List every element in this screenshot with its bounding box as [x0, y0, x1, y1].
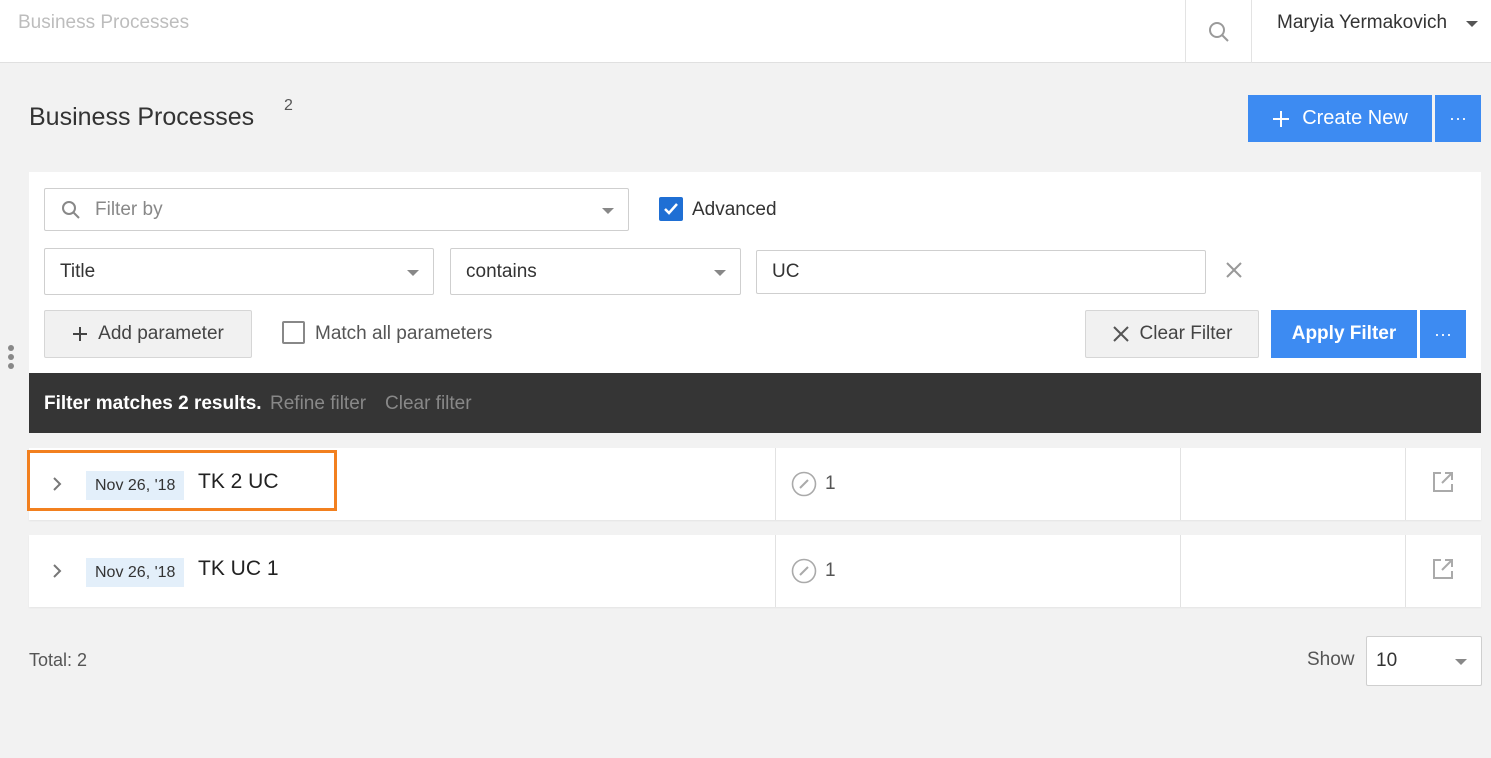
- refine-filter-link[interactable]: Refine filter: [270, 393, 366, 415]
- edit-count: 1: [825, 473, 836, 494]
- filter-status-message: Filter matches 2 results.: [44, 393, 262, 414]
- filter-field-value: Title: [60, 261, 96, 282]
- highlight-box: [27, 450, 337, 511]
- date-badge: Nov 26, '18: [86, 558, 185, 587]
- advanced-checkbox[interactable]: [659, 197, 683, 221]
- open-external-icon[interactable]: [1431, 557, 1455, 581]
- search-icon: [1208, 21, 1229, 42]
- open-external-icon[interactable]: [1431, 470, 1455, 494]
- total-count: Total: 2: [29, 650, 88, 670]
- chevron-down-icon: [1455, 659, 1467, 665]
- clear-filter-link[interactable]: Clear filter: [385, 393, 472, 415]
- page-size-select[interactable]: 10: [1366, 636, 1482, 686]
- filter-panel: Filter by Advanced Title contains UC Add…: [29, 172, 1481, 373]
- edit-count: 1: [825, 560, 836, 581]
- advanced-label: Advanced: [692, 199, 777, 220]
- filter-status-bar: Filter matches 2 results. Refine filter …: [29, 373, 1481, 433]
- filter-field-select[interactable]: Title: [44, 248, 434, 295]
- clear-filter-label: Clear Filter: [1139, 323, 1233, 344]
- chevron-down-icon: [714, 269, 726, 276]
- page-size-label: Show: [1307, 649, 1355, 670]
- edit-icon: [791, 471, 817, 497]
- filter-operator-select[interactable]: contains: [450, 248, 741, 295]
- filter-operator-value: contains: [466, 261, 537, 282]
- search-icon: [62, 201, 80, 219]
- chevron-right-icon[interactable]: [51, 563, 63, 579]
- item-title[interactable]: TK UC 1: [198, 557, 279, 581]
- add-parameter-label: Add parameter: [98, 323, 224, 344]
- page-size-value: 10: [1376, 650, 1398, 671]
- list-item[interactable]: Nov 26, '18 TK UC 1 1: [29, 535, 1481, 607]
- create-new-label: Create New: [1302, 107, 1408, 129]
- global-search-button[interactable]: [1185, 0, 1252, 63]
- clear-filter-button[interactable]: Clear Filter: [1085, 310, 1259, 358]
- filter-more-button[interactable]: ···: [1420, 310, 1466, 358]
- close-icon: [1112, 326, 1129, 342]
- chevron-down-icon: [602, 207, 614, 214]
- chevron-down-icon: [407, 269, 419, 276]
- user-menu[interactable]: Maryia Yermakovich: [1277, 12, 1447, 34]
- chevron-down-icon[interactable]: [1466, 21, 1478, 27]
- result-count: 2: [284, 97, 293, 114]
- create-new-button[interactable]: Create New: [1248, 95, 1432, 142]
- check-icon: [664, 203, 678, 215]
- plus-icon: [1273, 110, 1290, 127]
- top-bar: Business Processes Maryia Yermakovich: [0, 0, 1491, 63]
- add-parameter-button[interactable]: Add parameter: [44, 310, 252, 358]
- topbar-title: Business Processes: [18, 12, 190, 33]
- drag-handle-icon[interactable]: [8, 345, 14, 372]
- plus-icon: [73, 327, 88, 341]
- close-icon[interactable]: [1225, 261, 1243, 279]
- filter-value-text: UC: [772, 261, 800, 282]
- more-actions-button[interactable]: ···: [1435, 95, 1481, 142]
- apply-filter-button[interactable]: Apply Filter: [1271, 310, 1417, 358]
- edit-icon: [791, 558, 817, 584]
- match-all-label: Match all parameters: [315, 323, 493, 344]
- page-title: Business Processes: [29, 103, 255, 131]
- filter-value-input[interactable]: UC: [756, 250, 1206, 294]
- filter-by-select[interactable]: Filter by: [44, 188, 629, 231]
- match-all-checkbox[interactable]: [282, 321, 305, 344]
- filter-by-placeholder: Filter by: [95, 199, 163, 220]
